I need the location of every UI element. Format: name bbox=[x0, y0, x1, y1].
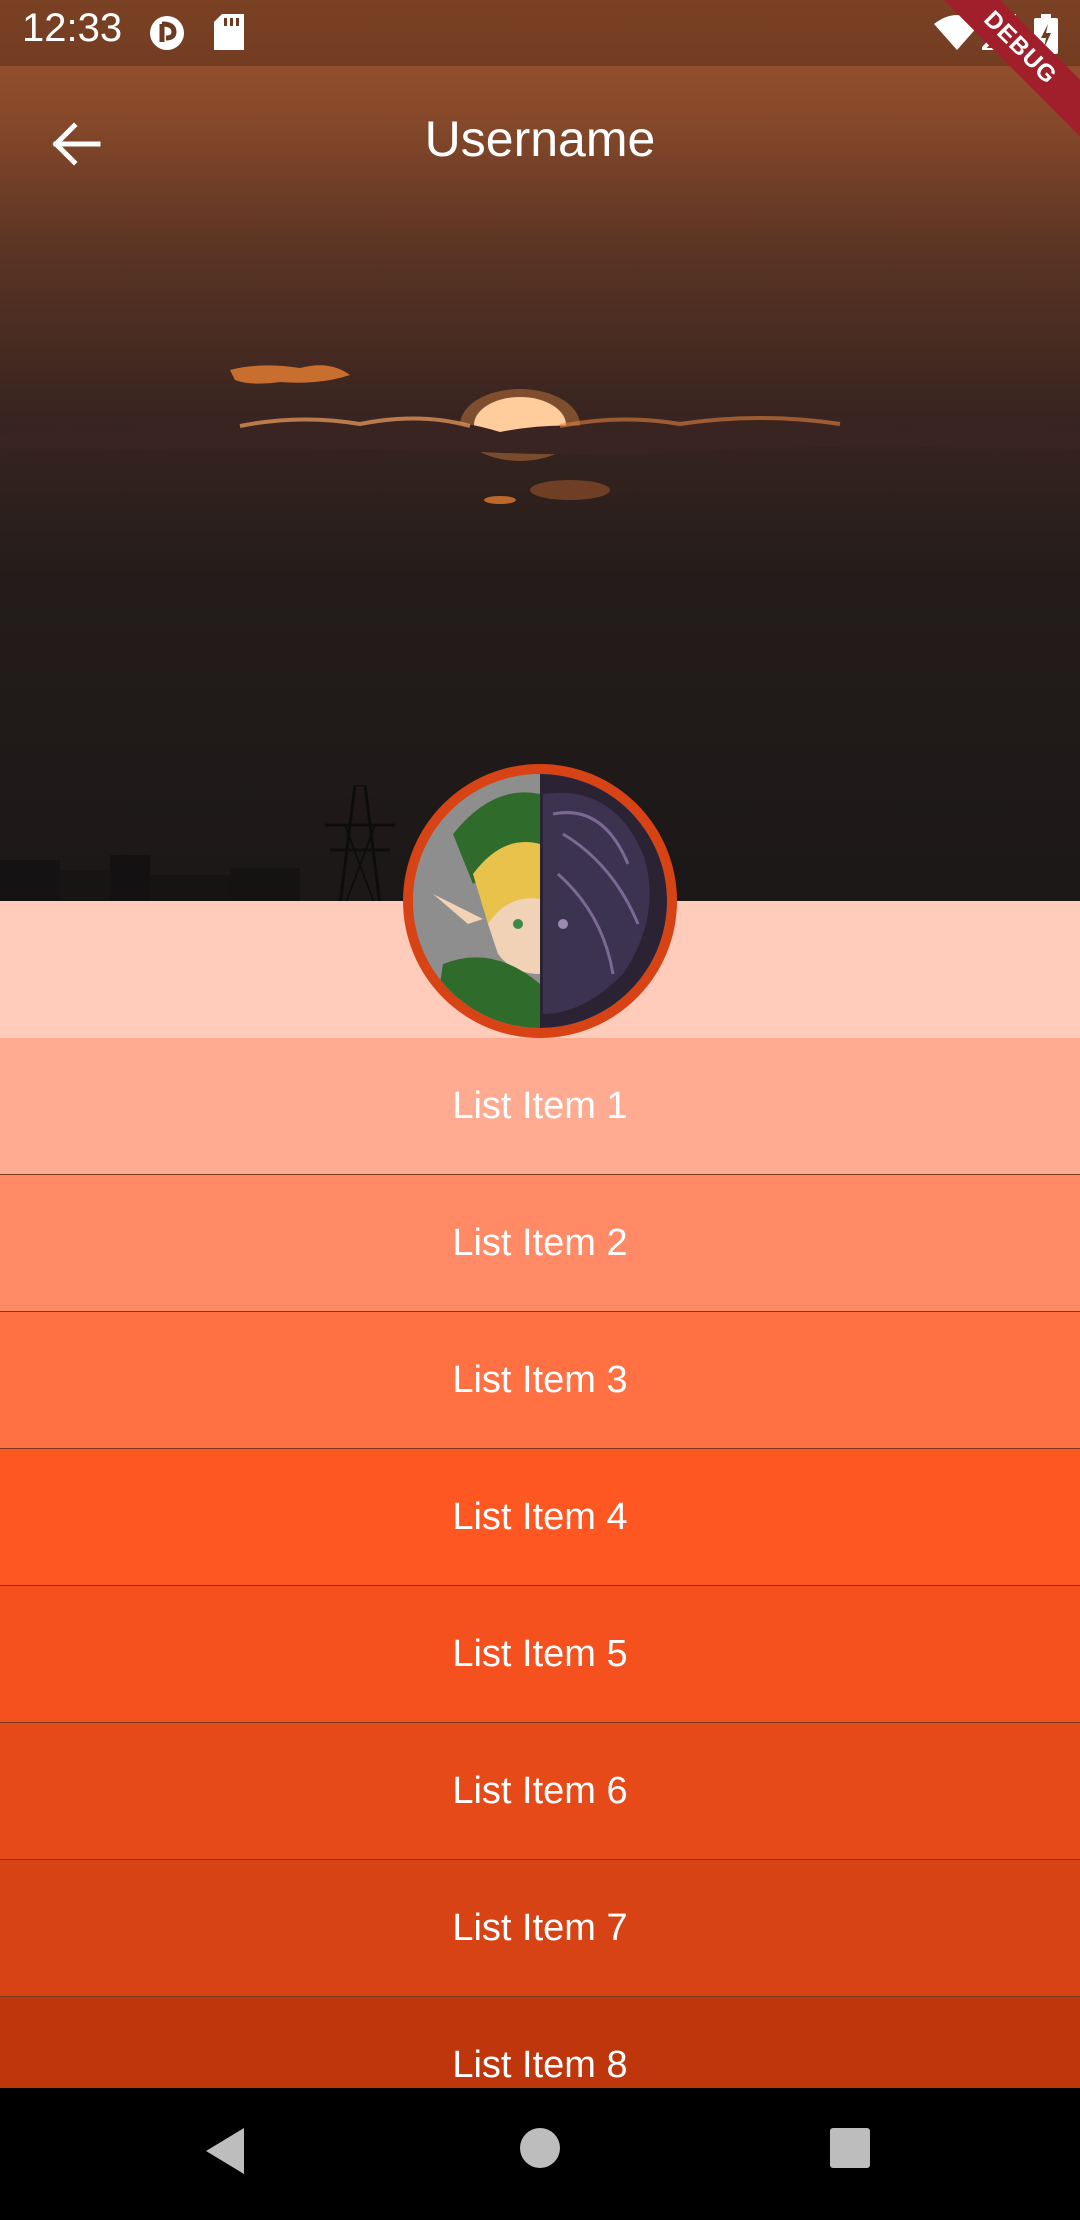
back-triangle-icon[interactable] bbox=[204, 2126, 248, 2176]
avatar[interactable] bbox=[403, 764, 677, 1038]
list-item-label: List Item 3 bbox=[452, 1358, 628, 1401]
page-title: Username bbox=[424, 111, 656, 167]
list-item[interactable]: List Item 5 bbox=[0, 1586, 1080, 1723]
city-skyline bbox=[0, 855, 300, 901]
list-item[interactable]: List Item 6 bbox=[0, 1723, 1080, 1860]
list-item-label: List Item 2 bbox=[452, 1221, 628, 1264]
list-item-label: List Item 6 bbox=[452, 1769, 628, 1812]
sunset-clouds bbox=[0, 365, 1080, 504]
list-item[interactable]: List Item 7 bbox=[0, 1860, 1080, 1997]
list-item-label: List Item 4 bbox=[452, 1495, 628, 1538]
home-circle-icon[interactable] bbox=[518, 2126, 562, 2170]
data-saver-icon bbox=[150, 16, 184, 50]
list-item-label: List Item 5 bbox=[452, 1632, 628, 1675]
status-time: 12:33 bbox=[22, 6, 123, 50]
character-portrait-icon bbox=[413, 774, 667, 1028]
list-item-label: List Item 8 bbox=[452, 2043, 628, 2086]
avatar-image bbox=[413, 774, 667, 1028]
item-list: List Item 1 List Item 2 List Item 3 List… bbox=[0, 1038, 1080, 2134]
recents-square-icon[interactable] bbox=[828, 2126, 872, 2170]
status-bar: 12:33 bbox=[0, 0, 1080, 66]
list-item-label: List Item 1 bbox=[452, 1084, 628, 1127]
list-item[interactable]: List Item 3 bbox=[0, 1312, 1080, 1449]
list-item[interactable]: List Item 1 bbox=[0, 1038, 1080, 1175]
power-tower bbox=[325, 785, 395, 901]
list-item-label: List Item 7 bbox=[452, 1906, 628, 1949]
list-item[interactable]: List Item 2 bbox=[0, 1175, 1080, 1312]
list-item[interactable]: List Item 4 bbox=[0, 1449, 1080, 1586]
system-nav-bar bbox=[0, 2088, 1080, 2220]
sd-card-icon bbox=[214, 14, 244, 50]
